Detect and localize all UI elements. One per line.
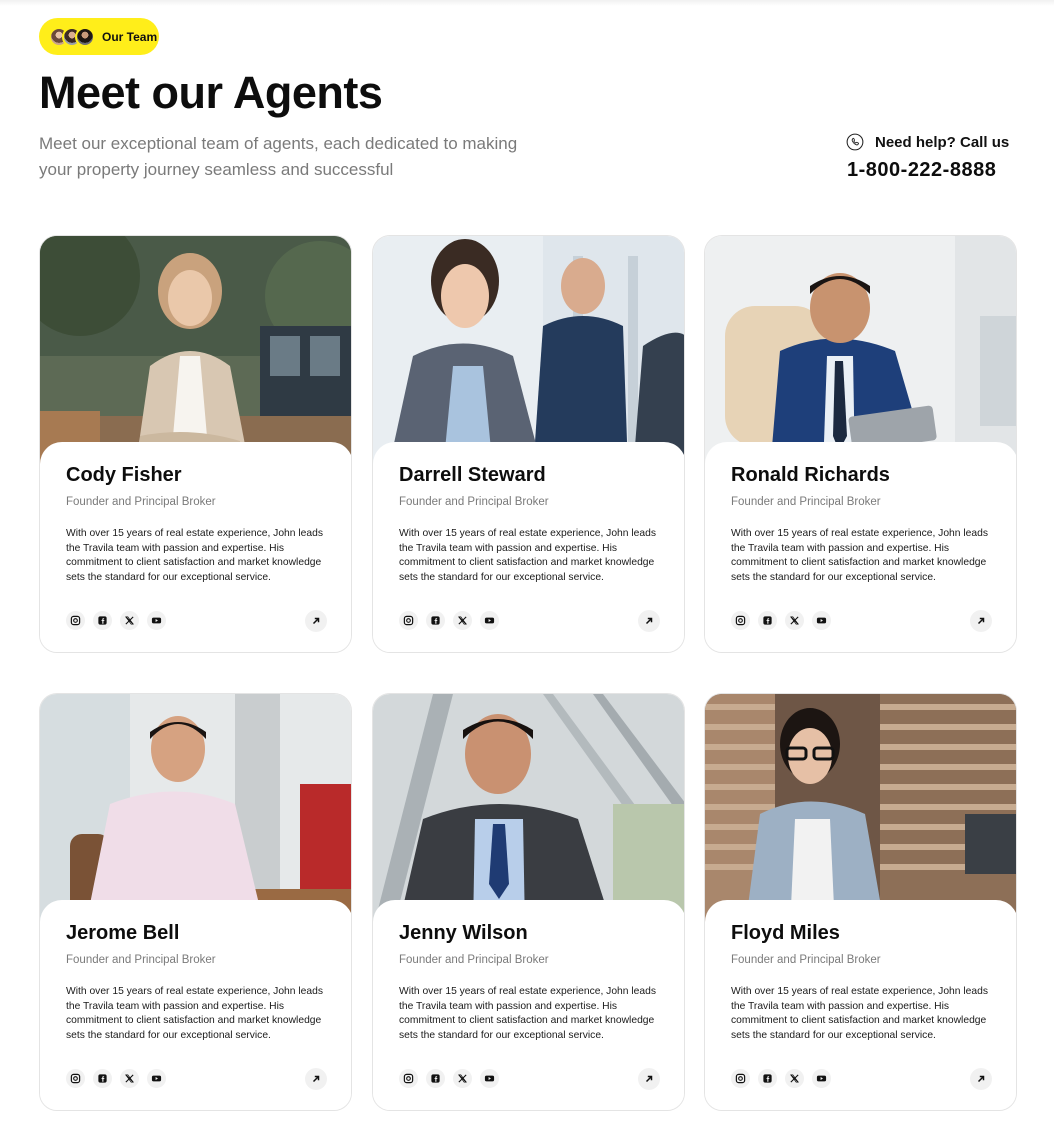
agent-description: With over 15 years of real estate experi… — [731, 986, 988, 1041]
facebook-icon[interactable] — [93, 611, 112, 630]
x-icon[interactable] — [453, 1069, 472, 1088]
youtube-icon[interactable] — [147, 611, 166, 630]
team-avatars — [49, 26, 95, 47]
agent-description: With over 15 years of real estate experi… — [731, 528, 988, 583]
badge-label: Our Team — [102, 29, 158, 44]
agent-info: Darrell Steward Founder and Principal Br… — [373, 442, 684, 652]
youtube-icon[interactable] — [147, 1069, 166, 1088]
instagram-icon[interactable] — [731, 611, 750, 630]
agent-name: Cody Fisher — [66, 464, 182, 486]
agent-card[interactable]: Jerome Bell Founder and Principal Broker… — [39, 693, 352, 1111]
facebook-icon[interactable] — [758, 611, 777, 630]
social-links — [731, 1069, 831, 1088]
facebook-icon[interactable] — [426, 1069, 445, 1088]
top-shade — [0, 0, 1054, 6]
instagram-icon[interactable] — [399, 1069, 418, 1088]
arrow-up-right-icon[interactable] — [970, 610, 992, 632]
agent-photo — [705, 236, 1016, 471]
help-contact: Need help? Call us 1-800-222-8888 — [846, 131, 1026, 182]
help-phone-number[interactable]: 1-800-222-8888 — [847, 159, 1026, 182]
agent-description: With over 15 years of real estate experi… — [399, 528, 656, 583]
phone-icon — [846, 133, 864, 151]
agent-name: Ronald Richards — [731, 464, 890, 486]
x-icon[interactable] — [785, 1069, 804, 1088]
arrow-up-right-icon[interactable] — [638, 610, 660, 632]
facebook-icon[interactable] — [758, 1069, 777, 1088]
agent-card[interactable]: Floyd Miles Founder and Principal Broker… — [704, 693, 1017, 1111]
instagram-icon[interactable] — [66, 611, 85, 630]
agent-info: Jerome Bell Founder and Principal Broker… — [40, 900, 351, 1110]
agent-description: With over 15 years of real estate experi… — [66, 528, 323, 583]
agent-card[interactable]: Darrell Steward Founder and Principal Br… — [372, 235, 685, 653]
agent-role: Founder and Principal Broker — [731, 496, 881, 508]
page-title: Meet our Agents — [39, 67, 383, 118]
social-links — [66, 1069, 166, 1088]
youtube-icon[interactable] — [812, 611, 831, 630]
instagram-icon[interactable] — [731, 1069, 750, 1088]
social-links — [399, 611, 499, 630]
agent-name: Darrell Steward — [399, 464, 546, 486]
agent-photo — [373, 236, 684, 471]
agent-photo — [40, 694, 351, 929]
agent-name: Jenny Wilson — [399, 922, 528, 944]
facebook-icon[interactable] — [426, 611, 445, 630]
arrow-up-right-icon[interactable] — [305, 610, 327, 632]
facebook-icon[interactable] — [93, 1069, 112, 1088]
agent-info: Ronald Richards Founder and Principal Br… — [705, 442, 1016, 652]
agent-role: Founder and Principal Broker — [399, 954, 549, 966]
instagram-icon[interactable] — [399, 611, 418, 630]
agent-name: Floyd Miles — [731, 922, 840, 944]
page-subtitle: Meet our exceptional team of agents, eac… — [39, 134, 518, 179]
arrow-up-right-icon[interactable] — [305, 1068, 327, 1090]
social-links — [399, 1069, 499, 1088]
agent-card[interactable]: Ronald Richards Founder and Principal Br… — [704, 235, 1017, 653]
agent-card[interactable]: Jenny Wilson Founder and Principal Broke… — [372, 693, 685, 1111]
agent-role: Founder and Principal Broker — [66, 954, 216, 966]
agent-name: Jerome Bell — [66, 922, 180, 944]
x-icon[interactable] — [120, 611, 139, 630]
agent-description: With over 15 years of real estate experi… — [399, 986, 656, 1041]
youtube-icon[interactable] — [480, 1069, 499, 1088]
youtube-icon[interactable] — [480, 611, 499, 630]
our-team-badge: Our Team — [39, 18, 159, 55]
agent-description: With over 15 years of real estate experi… — [66, 986, 323, 1041]
agent-photo — [705, 694, 1016, 929]
agent-role: Founder and Principal Broker — [399, 496, 549, 508]
x-icon[interactable] — [453, 611, 472, 630]
x-icon[interactable] — [120, 1069, 139, 1088]
social-links — [731, 611, 831, 630]
avatar — [75, 26, 95, 47]
help-label: Need help? Call us — [875, 133, 1010, 151]
instagram-icon[interactable] — [66, 1069, 85, 1088]
agent-role: Founder and Principal Broker — [731, 954, 881, 966]
youtube-icon[interactable] — [812, 1069, 831, 1088]
arrow-up-right-icon[interactable] — [970, 1068, 992, 1090]
agent-role: Founder and Principal Broker — [66, 496, 216, 508]
agent-info: Cody Fisher Founder and Principal Broker… — [40, 442, 351, 652]
agent-info: Floyd Miles Founder and Principal Broker… — [705, 900, 1016, 1110]
agent-card[interactable]: Cody Fisher Founder and Principal Broker… — [39, 235, 352, 653]
agent-info: Jenny Wilson Founder and Principal Broke… — [373, 900, 684, 1110]
x-icon[interactable] — [785, 611, 804, 630]
agent-photo — [40, 236, 351, 471]
arrow-up-right-icon[interactable] — [638, 1068, 660, 1090]
social-links — [66, 611, 166, 630]
agent-photo — [373, 694, 684, 929]
